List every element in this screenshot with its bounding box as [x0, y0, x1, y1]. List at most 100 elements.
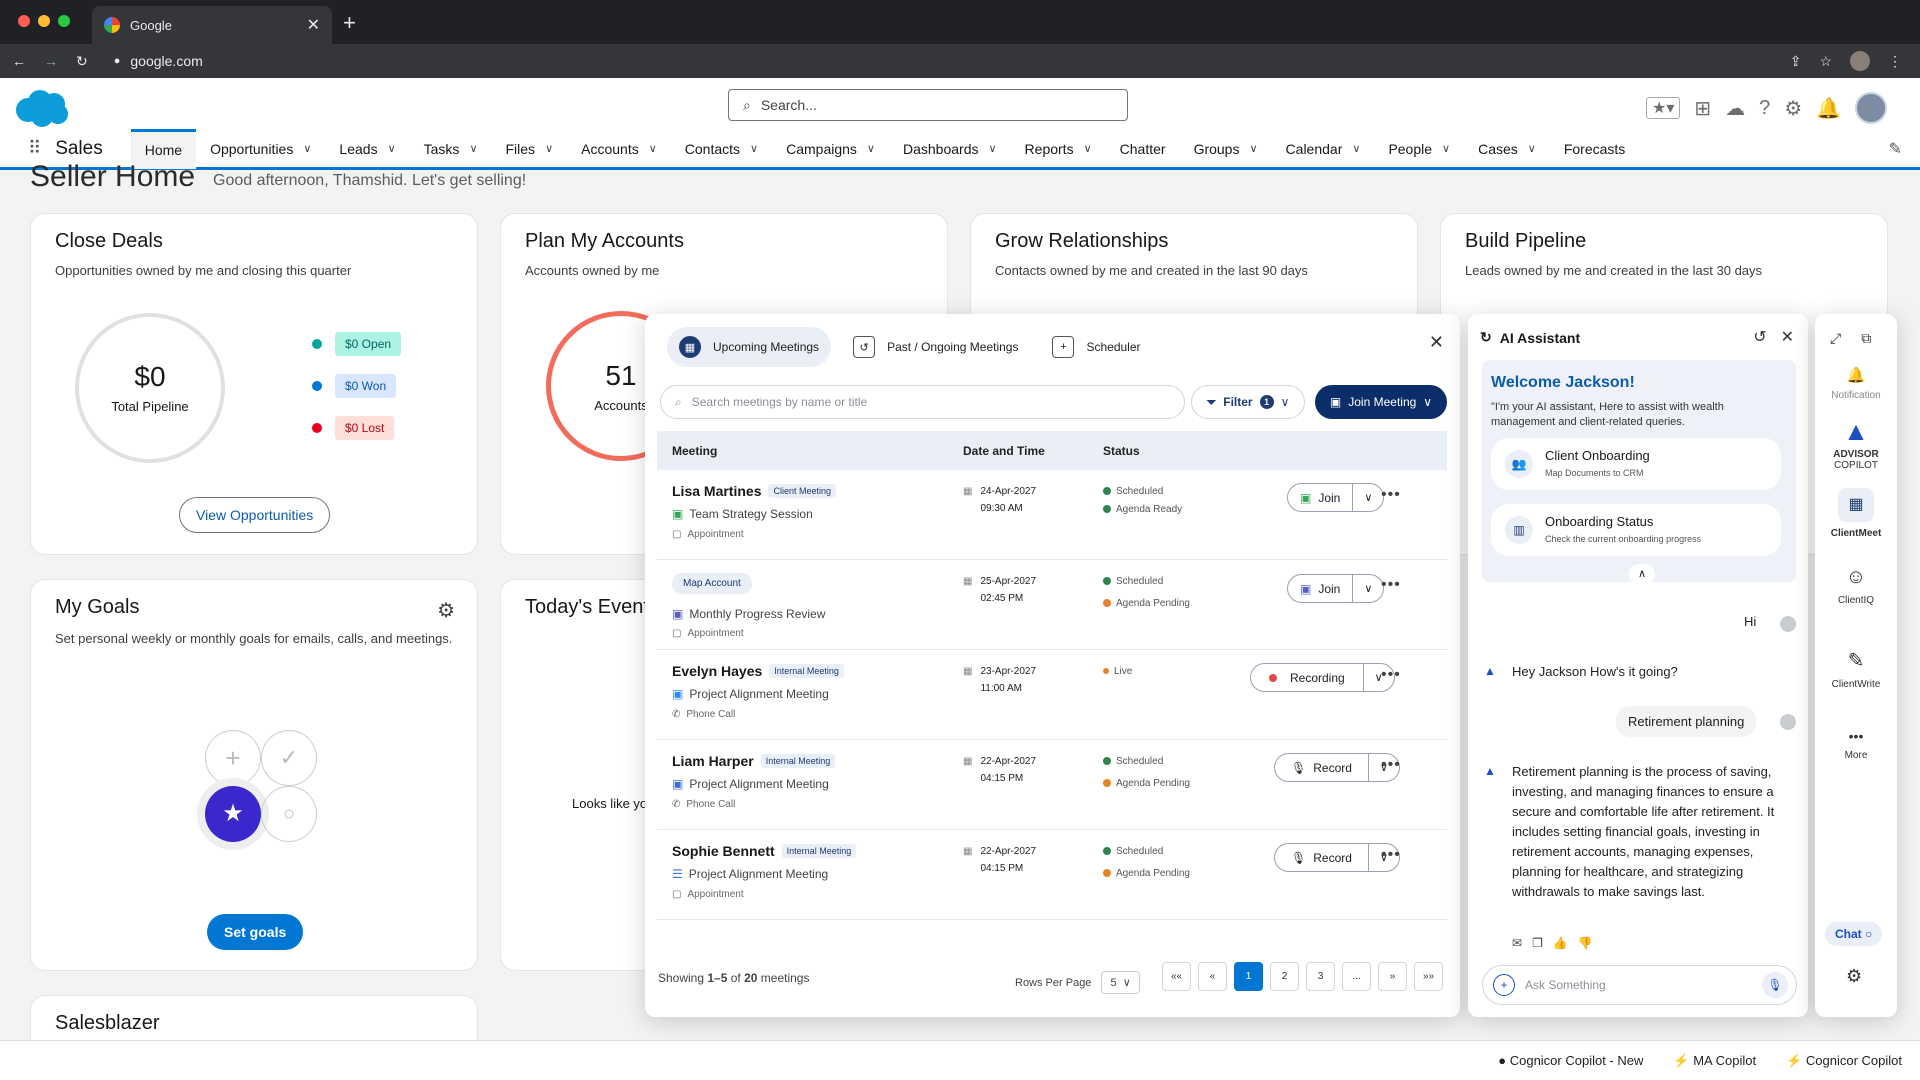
contact-name[interactable]: Lisa Martines [672, 483, 761, 499]
table-row[interactable]: Liam Harper Internal Meeting ▣ Project Al… [657, 740, 1447, 830]
nav-tab-contacts[interactable]: Contacts ∨ [671, 129, 772, 169]
more-options-icon[interactable]: ••• [1381, 846, 1401, 864]
first-page-button[interactable]: «« [1162, 962, 1191, 991]
contact-name[interactable]: Liam Harper [672, 753, 754, 769]
nav-tab-campaigns[interactable]: Campaigns ∨ [772, 129, 889, 169]
trailhead-icon[interactable]: ☁ [1725, 96, 1745, 121]
contact-name[interactable]: Sophie Bennett [672, 843, 775, 859]
ask-something-input[interactable]: + Ask Something 🎙 [1482, 965, 1797, 1005]
nav-tab-cases[interactable]: Cases ∨ [1464, 129, 1550, 169]
global-actions-icon[interactable]: ⊞ [1694, 96, 1711, 121]
table-row[interactable]: Sophie Bennett Internal Meeting ☰ Project… [657, 830, 1447, 920]
thumbs-up-icon[interactable]: 👍 [1553, 936, 1568, 950]
chevron-down-icon[interactable]: ∨ [1442, 142, 1450, 155]
chevron-up-icon[interactable]: ∧ [1629, 564, 1655, 584]
chevron-down-icon[interactable]: ∨ [303, 142, 311, 155]
help-icon[interactable]: ? [1759, 97, 1770, 120]
chevron-down-icon[interactable]: ∨ [649, 142, 657, 155]
global-search[interactable]: ⌕ Search... [728, 89, 1128, 121]
profile-avatar-icon[interactable] [1850, 51, 1870, 71]
next-page-button[interactable]: » [1378, 962, 1407, 991]
chevron-down-icon[interactable]: ∨ [1528, 142, 1536, 155]
page-button-1[interactable]: 1 [1234, 962, 1263, 991]
close-icon[interactable]: ✕ [1429, 332, 1444, 353]
rail-clientwrite[interactable]: ✎ ClientWrite [1815, 648, 1897, 690]
chevron-down-icon[interactable]: ∨ [1084, 142, 1092, 155]
rail-clientmeet[interactable]: ▦ ClientMeet [1815, 488, 1897, 539]
chat-button[interactable]: Chat ○ [1825, 922, 1883, 946]
chevron-down-icon[interactable]: ∨ [1249, 142, 1257, 155]
suggestion-client-onboarding[interactable]: 👥 Client Onboarding Map Documents to CRM [1491, 438, 1781, 490]
thumbs-down-icon[interactable]: 👎 [1578, 936, 1593, 950]
more-options-icon[interactable]: ••• [1381, 486, 1401, 504]
more-options-icon[interactable]: ••• [1381, 576, 1401, 594]
favorites-icon[interactable]: ★▾ [1646, 97, 1681, 119]
edit-nav-pencil-icon[interactable]: ✎ [1889, 139, 1902, 159]
last-page-button[interactable]: »» [1414, 962, 1443, 991]
table-row[interactable]: Map Account ▣ Monthly Progress Review ▢ Ap… [657, 560, 1447, 650]
browser-tab[interactable]: Google ✕ [92, 6, 332, 44]
contact-name[interactable]: Evelyn Hayes [672, 663, 762, 679]
meetings-search-input[interactable]: ⌕ Search meetings by name or title [660, 385, 1185, 419]
new-tab-icon[interactable]: + [343, 10, 356, 36]
rail-clientiq[interactable]: ☺ ClientIQ [1815, 566, 1897, 606]
setup-gear-icon[interactable]: ⚙ [1784, 96, 1802, 121]
join-button[interactable]: ▣ Join [1288, 575, 1354, 602]
expand-icon[interactable]: ⤢ [1830, 330, 1841, 347]
popout-icon[interactable]: ⧉ [1861, 330, 1871, 347]
chevron-down-icon[interactable]: ∨ [750, 142, 758, 155]
chevron-down-icon[interactable]: ∨ [469, 142, 477, 155]
chevron-down-icon[interactable]: ∨ [545, 142, 553, 155]
chevron-down-icon[interactable]: ∨ [1353, 582, 1383, 595]
view-opportunities-button[interactable]: View Opportunities [179, 497, 331, 533]
salesforce-logo-icon[interactable] [14, 88, 72, 128]
nav-tab-accounts[interactable]: Accounts ∨ [567, 129, 671, 169]
tab-past-ongoing-meetings[interactable]: ↺ Past / Ongoing Meetings [841, 327, 1030, 367]
bookmark-star-icon[interactable]: ☆ [1819, 53, 1832, 70]
reload-icon[interactable]: ↻ [76, 53, 88, 70]
settings-gear-icon[interactable]: ⚙ [1846, 966, 1862, 987]
copy-icon[interactable]: ❐ [1532, 936, 1543, 950]
nav-tab-reports[interactable]: Reports ∨ [1011, 129, 1106, 169]
back-icon[interactable]: ← [12, 53, 26, 69]
nav-tab-dashboards[interactable]: Dashboards ∨ [889, 129, 1011, 169]
tab-upcoming-meetings[interactable]: ▦ Upcoming Meetings [667, 327, 832, 367]
nav-tab-files[interactable]: Files ∨ [492, 129, 568, 169]
close-icon[interactable]: ✕ [1781, 327, 1794, 347]
join-meeting-button[interactable]: ▣ Join Meeting ∨ [1315, 385, 1447, 419]
close-window-button[interactable] [18, 15, 30, 27]
rail-notification[interactable]: 🔔 Notification [1815, 366, 1897, 401]
map-account-button[interactable]: Map Account [672, 573, 752, 594]
minimize-window-button[interactable] [38, 15, 50, 27]
record-button[interactable]: 🎙 Record [1275, 844, 1369, 871]
chevron-down-icon[interactable]: ∨ [388, 142, 396, 155]
nav-tab-chatter[interactable]: Chatter [1106, 129, 1180, 169]
close-tab-icon[interactable]: ✕ [307, 15, 320, 35]
app-launcher[interactable]: ⠿ Sales [28, 138, 103, 160]
prev-page-button[interactable]: « [1198, 962, 1227, 991]
goals-settings-gear-icon[interactable]: ⚙ [437, 598, 455, 623]
history-icon[interactable]: ↺ [1753, 327, 1766, 347]
more-options-icon[interactable]: ••• [1381, 666, 1401, 684]
set-goals-button[interactable]: Set goals [207, 914, 304, 950]
join-button[interactable]: ▣ Join [1288, 484, 1354, 511]
rows-per-page-select[interactable]: 5 ∨ [1101, 971, 1140, 994]
forward-icon[interactable]: → [44, 53, 58, 69]
record-button[interactable]: 🎙 Record [1275, 754, 1369, 781]
filter-button[interactable]: ⏷ Filter 1 ∨ [1191, 385, 1305, 419]
microphone-icon[interactable]: 🎙 [1762, 972, 1788, 998]
maximize-window-button[interactable] [58, 15, 70, 27]
chevron-down-icon[interactable]: ∨ [1352, 142, 1360, 155]
notifications-bell-icon[interactable]: 🔔 [1816, 96, 1841, 121]
browser-menu-icon[interactable]: ⋮ [1888, 53, 1902, 70]
rail-more[interactable]: ••• More [1815, 728, 1897, 761]
site-info-icon[interactable]: ● [114, 55, 121, 67]
suggestion-onboarding-status[interactable]: ▥ Onboarding Status Check the current onb… [1491, 504, 1781, 556]
table-row[interactable]: Evelyn Hayes Internal Meeting ▣ Project A… [657, 650, 1447, 740]
nav-tab-tasks[interactable]: Tasks ∨ [410, 129, 492, 169]
nav-tab-leads[interactable]: Leads ∨ [325, 129, 409, 169]
chevron-down-icon[interactable]: ∨ [1353, 491, 1383, 504]
email-icon[interactable]: ✉ [1512, 936, 1522, 950]
page-button-2[interactable]: 2 [1270, 962, 1299, 991]
nav-tab-groups[interactable]: Groups ∨ [1180, 129, 1272, 169]
